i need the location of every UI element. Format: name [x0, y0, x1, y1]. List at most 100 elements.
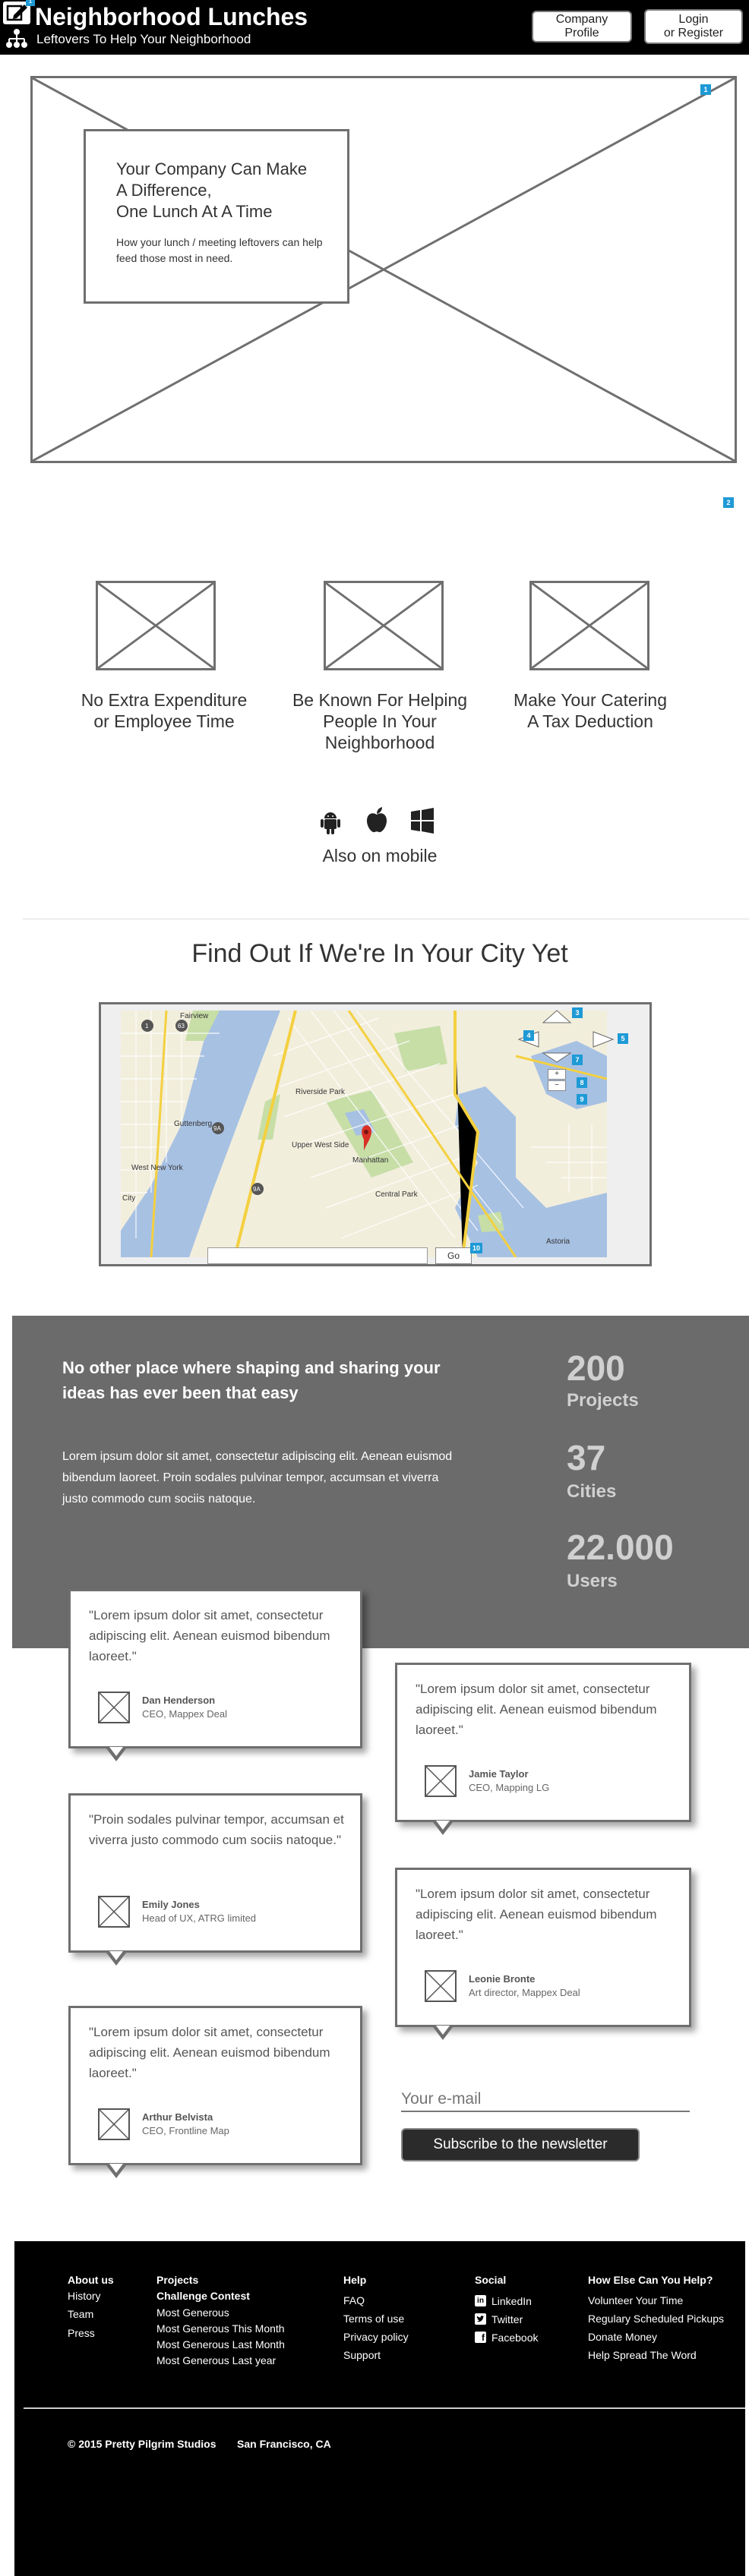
testimonial-name: Leonie Bronte	[469, 1973, 536, 1985]
annotation-badge: 9	[577, 1094, 587, 1105]
footer-heading: Social	[475, 2274, 507, 2286]
hero-subtext: How your lunch / meeting leftovers can h…	[116, 236, 323, 264]
footer-link[interactable]: Regulary Scheduled Pickups	[588, 2313, 724, 2325]
annotation-badge: 2	[723, 497, 734, 508]
company-profile-button[interactable]: Company Profile	[532, 11, 632, 43]
annotation-badge: 3	[572, 1007, 583, 1018]
footer-heading: Help	[343, 2274, 367, 2286]
feature-image-placeholder	[529, 581, 649, 670]
footer-heading: Projects	[156, 2274, 199, 2286]
sitemap-icon[interactable]	[3, 27, 30, 50]
footer-link[interactable]: Most Generous	[156, 2306, 229, 2319]
testimonial-role: Art director, Mappex Deal	[469, 1987, 580, 1998]
footer-link[interactable]: Terms of use	[343, 2313, 404, 2325]
map-pan-control[interactable]	[592, 1030, 615, 1048]
city-section-title: Find Out If We're In Your City Yet	[191, 939, 568, 968]
stat-value: 200	[567, 1348, 625, 1388]
site-title[interactable]: Neighborhood Lunches	[35, 3, 308, 31]
annotation-badge: 5	[618, 1033, 628, 1044]
footer-link[interactable]: Volunteer Your Time	[588, 2294, 683, 2306]
android-icon[interactable]	[319, 809, 342, 835]
map-label: Fairview	[180, 1012, 209, 1020]
login-register-button[interactable]: Login or Register	[644, 9, 743, 44]
facebook-icon[interactable]: f	[475, 2332, 486, 2343]
annotation-badge: 10	[470, 1243, 482, 1253]
testimonial-name: Jamie Taylor	[469, 1768, 529, 1780]
newsletter-email-input[interactable]	[401, 2088, 690, 2112]
footer-link[interactable]: Press	[68, 2327, 95, 2339]
footer-link[interactable]: Most Generous Last Month	[156, 2338, 285, 2351]
testimonial-name: Emily Jones	[142, 1899, 200, 1910]
avatar	[98, 1692, 130, 1723]
annotation-badge: 7	[572, 1055, 583, 1065]
testimonial-role: CEO, Mappex Deal	[142, 1708, 227, 1720]
windows-icon[interactable]	[410, 808, 435, 834]
newsletter-subscribe-button[interactable]: Subscribe to the newsletter	[401, 2128, 640, 2161]
footer-location: San Francisco, CA	[237, 2438, 331, 2450]
avatar	[425, 1765, 457, 1797]
map-pan-control[interactable]	[542, 1009, 572, 1024]
city-search-go-button[interactable]: Go	[435, 1247, 472, 1264]
annotation-badge: 8	[577, 1077, 587, 1088]
footer-link[interactable]: Most Generous Last year	[156, 2354, 276, 2366]
testimonial-card: "Lorem ipsum dolor sit amet, consectetur…	[395, 1663, 691, 1822]
feature-label: No Extra Expenditure or Employee Time	[81, 690, 248, 731]
linkedin-icon[interactable]: in	[475, 2295, 486, 2306]
road-shield: 9A	[213, 1125, 221, 1132]
footer-subheading[interactable]: Challenge Contest	[156, 2290, 250, 2302]
stat-label: Projects	[567, 1390, 639, 1411]
footer-link[interactable]: History	[68, 2290, 101, 2302]
avatar	[425, 1970, 457, 2002]
road-shield: 9A	[253, 1186, 261, 1193]
map-label: Central Park	[375, 1190, 419, 1199]
map-label: Astoria	[546, 1238, 570, 1246]
apple-icon[interactable]	[365, 806, 389, 834]
footer-link[interactable]: Help Spread The Word	[588, 2349, 697, 2361]
city-search-input[interactable]	[207, 1247, 428, 1264]
footer-heading: About us	[68, 2274, 114, 2286]
top-navigation-bar: 1 Neighborhood Lunches Leftovers To Help…	[0, 0, 749, 55]
footer-link[interactable]: FAQ	[343, 2294, 365, 2306]
testimonial-quote: "Proin sodales pulvinar tempor, accumsan…	[89, 1812, 344, 1847]
stat-value: 22.000	[567, 1528, 674, 1567]
footer-link[interactable]: Facebook	[491, 2332, 538, 2344]
testimonial-quote: "Lorem ipsum dolor sit amet, consectetur…	[89, 1608, 330, 1663]
map-label: Upper West Side	[292, 1141, 349, 1149]
site-footer: About us History Team Press Projects Cha…	[14, 2241, 745, 2576]
footer-link[interactable]: Most Generous This Month	[156, 2322, 285, 2335]
feature-image-placeholder	[324, 581, 444, 670]
testimonial-quote: "Lorem ipsum dolor sit amet, consectetur…	[416, 1682, 657, 1737]
footer-copyright: © 2015 Pretty Pilgrim Studios	[68, 2438, 216, 2450]
twitter-icon[interactable]	[475, 2313, 486, 2325]
testimonial-quote: "Lorem ipsum dolor sit amet, consectetur…	[89, 2025, 330, 2080]
testimonial-role: CEO, Mapping LG	[469, 1782, 550, 1793]
footer-link[interactable]: Donate Money	[588, 2331, 657, 2343]
speech-tail	[436, 2026, 450, 2035]
stats-heading: No other place where shaping and sharing…	[62, 1358, 441, 1402]
footer-link[interactable]: Privacy policy	[343, 2331, 409, 2343]
map-zoom-in-button[interactable]: +	[548, 1069, 566, 1080]
footer-link[interactable]: Team	[68, 2308, 93, 2320]
stats-body: Lorem ipsum dolor sit amet, consectetur …	[62, 1450, 453, 1506]
map-label: Guttenberg	[174, 1120, 212, 1128]
stat-value: 37	[567, 1438, 606, 1477]
footer-link[interactable]: LinkedIn	[491, 2295, 532, 2307]
footer-link[interactable]: Twitter	[491, 2313, 523, 2325]
testimonial-name: Arthur Belvista	[142, 2111, 213, 2123]
testimonial-role: Head of UX, ATRG limited	[142, 1912, 257, 1924]
testimonial-card: "Proin sodales pulvinar tempor, accumsan…	[68, 1793, 362, 1953]
footer-link[interactable]: Support	[343, 2349, 381, 2361]
map-label: City	[122, 1194, 135, 1203]
site-tagline: Leftovers To Help Your Neighborhood	[36, 32, 251, 46]
testimonial-role: CEO, Frontline Map	[142, 2125, 229, 2136]
footer-heading: How Else Can You Help?	[588, 2274, 713, 2286]
map-pan-control[interactable]	[542, 1052, 572, 1064]
testimonial-name: Dan Henderson	[142, 1695, 216, 1706]
stat-label: Users	[567, 1571, 618, 1591]
map-label: Manhattan	[352, 1156, 388, 1165]
footer-divider	[24, 2407, 745, 2409]
road-shield: 1	[145, 1023, 149, 1029]
testimonial-card: "Lorem ipsum dolor sit amet, consectetur…	[68, 2006, 362, 2165]
speech-tail	[109, 2164, 123, 2173]
map-zoom-out-button[interactable]: −	[548, 1080, 566, 1091]
